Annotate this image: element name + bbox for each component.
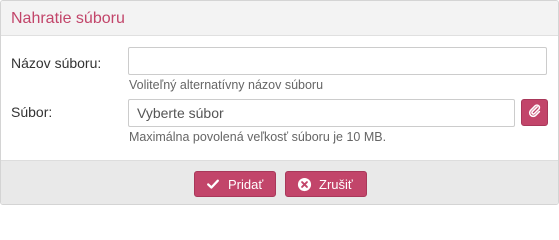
attach-file-button[interactable] [521, 99, 548, 126]
file-size-help: Maximálna povolená veľkosť súboru je 10 … [129, 130, 387, 144]
paperclip-icon [528, 104, 542, 121]
dialog-title: Nahratie súboru [11, 10, 125, 27]
upload-dialog: Nahratie súboru Názov súboru: Voliteľný … [0, 0, 559, 205]
file-name-help: Voliteľný alternatívny názov súboru [129, 78, 324, 92]
dialog-header: Nahratie súboru [1, 1, 558, 36]
add-button[interactable]: Pridať [194, 171, 276, 197]
cancel-button[interactable]: Zrušiť [285, 171, 367, 197]
cancel-button-label: Zrušiť [319, 176, 353, 192]
file-name-label: Názov súboru: [11, 55, 102, 71]
file-label: Súbor: [11, 104, 53, 120]
file-select-input[interactable]: Vyberte súbor [128, 99, 515, 127]
checkmark-icon [205, 176, 221, 192]
dialog-footer: Pridať Zrušiť [1, 160, 558, 204]
close-circle-icon [296, 176, 312, 192]
add-button-label: Pridať [228, 176, 264, 192]
file-name-input[interactable] [128, 47, 547, 75]
